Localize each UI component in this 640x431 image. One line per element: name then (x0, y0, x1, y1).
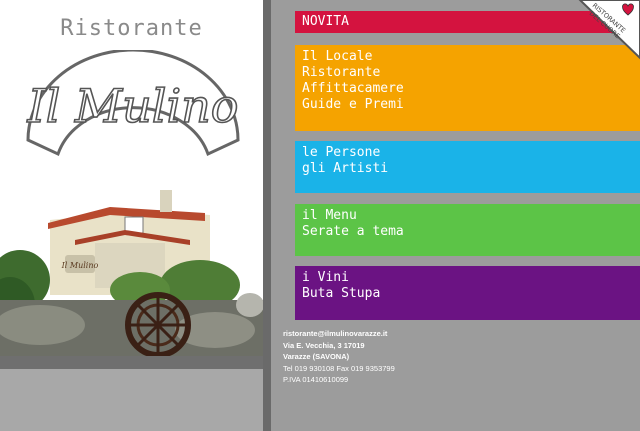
restaurant-photo: Il Mulino (0, 185, 263, 360)
menu-link-ristorante[interactable]: Ristorante (302, 65, 633, 81)
contact-info: ristorante@ilmulinovarazze.it Via E. Vec… (283, 328, 395, 386)
contact-city: Varazze (SAVONA) (283, 352, 350, 361)
left-panel: Ristorante Il Mulino Il Mulino (0, 0, 263, 431)
photo-sign: Il Mulino (61, 261, 99, 270)
right-panel: NOVITA Il Locale Ristorante Affittacamer… (271, 0, 640, 431)
menu-link-le-persone[interactable]: le Persone (302, 145, 633, 161)
menu-block-vini: i Vini Buta Stupa (295, 266, 640, 320)
menu-block-menu: il Menu Serate a tema (295, 204, 640, 256)
brand-title: Ristorante (60, 16, 203, 41)
menu-link-serate-a-tema[interactable]: Serate a tema (302, 224, 633, 240)
menu-block-persone: le Persone gli Artisti (295, 141, 640, 193)
left-bottom-strip (0, 356, 263, 369)
left-bottom-band (0, 356, 263, 431)
contact-phone: Tel 019 930108 Fax 019 9353799 (283, 363, 395, 373)
menu-link-buta-stupa[interactable]: Buta Stupa (302, 286, 633, 302)
contact-email[interactable]: ristorante@ilmulinovarazze.it (283, 328, 395, 340)
logo-script: Il Mulino (27, 79, 239, 133)
ristorante-del-cuore-badge[interactable]: RISTORANTE DEL CUORE (558, 0, 640, 60)
menu-link-i-vini[interactable]: i Vini (302, 270, 633, 286)
contact-address: Via E. Vecchia, 3 17019 (283, 340, 365, 350)
panel-divider (263, 0, 271, 431)
menu-link-affittacamere[interactable]: Affittacamere (302, 81, 633, 97)
logo-arch[interactable]: Il Mulino (22, 50, 244, 170)
contact-vat: P.IVA 01410610099 (283, 375, 349, 384)
menu-link-il-menu[interactable]: il Menu (302, 208, 633, 224)
menu-link-gli-artisti[interactable]: gli Artisti (302, 161, 633, 177)
menu-link-guide-e-premi[interactable]: Guide e Premi (302, 97, 633, 113)
